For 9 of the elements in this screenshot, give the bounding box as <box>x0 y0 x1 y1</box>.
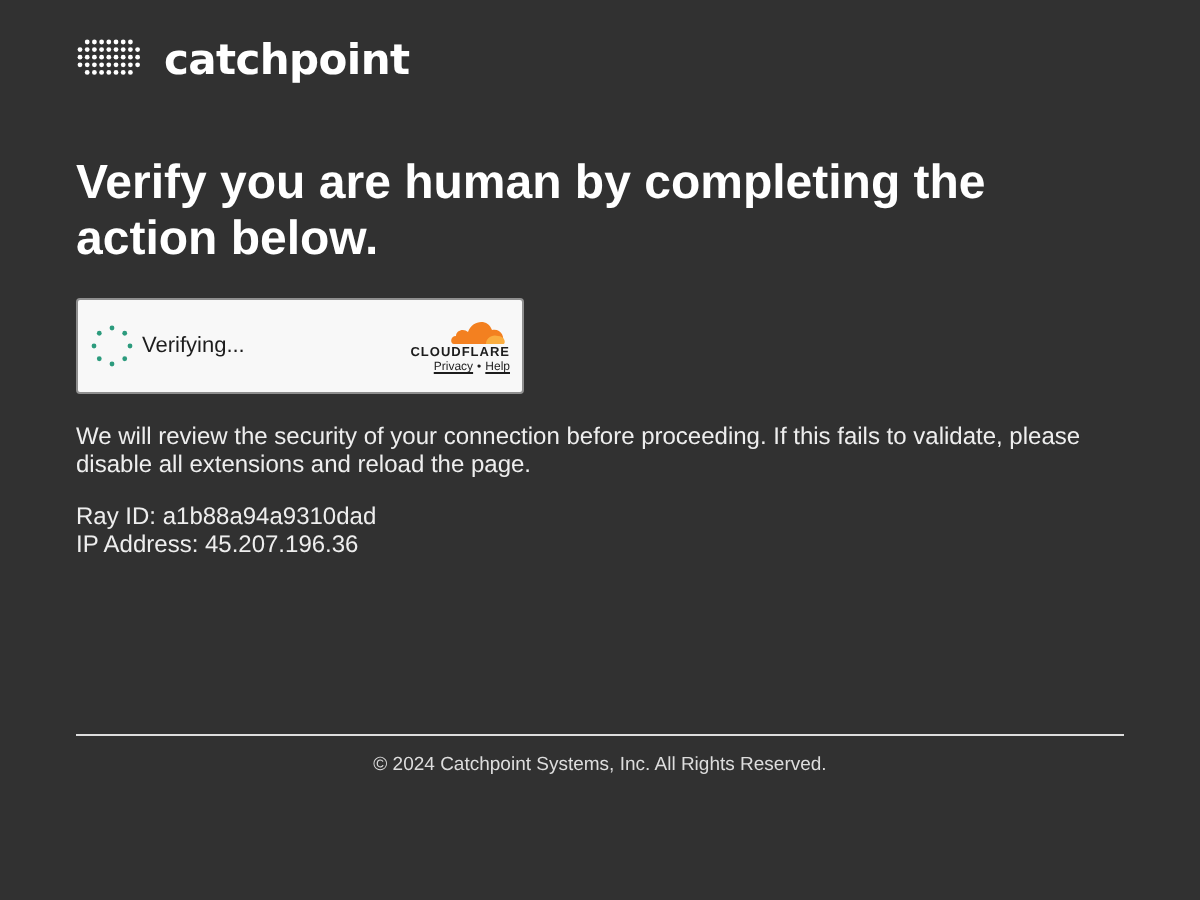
page-heading: Verify you are human by completing the action below. <box>76 156 988 268</box>
cloud-icon <box>450 318 506 344</box>
copyright-text: © 2024 Catchpoint Systems, Inc. All Rights Reserved. <box>373 754 827 776</box>
status-text: Verifying... <box>142 334 245 358</box>
detail-text: Ray ID: a1b88a94a9310dad <box>76 502 377 530</box>
logo-text: catchpoint <box>164 36 410 84</box>
spinner-icon <box>88 322 136 370</box>
detail-text: IP Address: 45.207.196.36 <box>76 530 361 558</box>
security-message: We will review the security of your connection before proceeding. If this fails to validate, please disable all extensions and reload the page. <box>76 422 1083 478</box>
